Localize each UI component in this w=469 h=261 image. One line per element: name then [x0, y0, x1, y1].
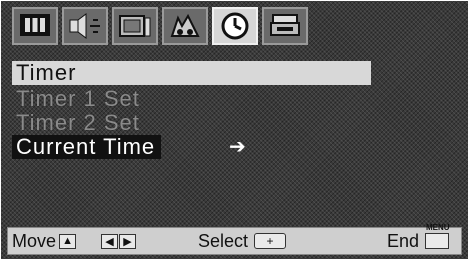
right-arrow-key-icon: ▶ — [119, 233, 137, 249]
select-key-icon: + — [254, 233, 287, 249]
tab-setup[interactable] — [162, 7, 208, 45]
picture-icon — [20, 14, 50, 36]
tab-channel[interactable] — [112, 7, 158, 45]
select-label: Select — [198, 230, 249, 251]
help-bar: Move ▲ ◀ ▶ Select + End MENU — [7, 223, 462, 255]
menu-title: Timer — [12, 61, 371, 85]
selection-arrow-icon: ➔ — [229, 136, 246, 158]
end-label: End — [386, 230, 419, 251]
menu-item-current-time[interactable]: Current Time — [12, 135, 162, 159]
move-label: Move — [12, 230, 57, 251]
channel-icon — [119, 15, 151, 37]
tab-sound[interactable] — [62, 7, 108, 45]
tv-osd-screen: Timer Timer 1 Set Timer 2 Set Current Ti… — [1, 1, 468, 259]
menu-item-timer1-set: Timer 1 Set — [16, 86, 140, 111]
sound-icon — [69, 13, 100, 39]
tab-timer[interactable] — [212, 7, 258, 45]
setup-icon — [170, 13, 200, 37]
end-hint: End MENU — [386, 223, 450, 252]
left-arrow-key-icon: ◀ — [101, 233, 119, 249]
move-hint: Move ▲ ◀ ▶ — [12, 230, 137, 252]
menu-key-label: MENU — [426, 223, 450, 232]
menu-item-timer2-set: Timer 2 Set — [16, 110, 140, 135]
function-icon — [270, 14, 300, 36]
tab-picture[interactable] — [12, 7, 58, 45]
tab-function[interactable] — [262, 7, 308, 45]
menu-tabbar — [12, 7, 308, 45]
select-hint: Select + — [198, 230, 287, 252]
up-arrow-key-icon: ▲ — [59, 233, 77, 249]
clock-icon — [221, 12, 249, 40]
menu-key-icon: MENU — [425, 223, 450, 249]
